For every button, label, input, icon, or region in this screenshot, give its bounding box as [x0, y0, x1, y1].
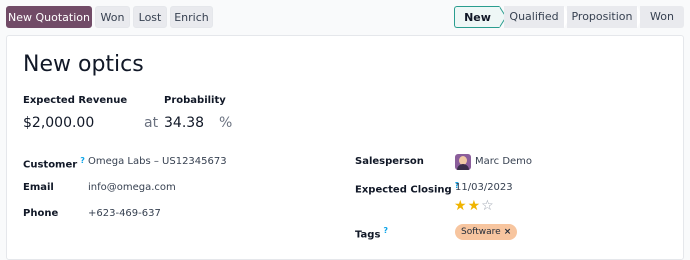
close-icon[interactable]: ×	[504, 227, 512, 237]
priority-widget: ★★☆	[454, 199, 495, 213]
phone-field[interactable]: +623-469-637	[88, 208, 161, 219]
tag-badge[interactable]: Software ×	[455, 224, 518, 240]
salesperson-label: Salesperson	[355, 156, 424, 167]
won-button[interactable]: Won	[95, 6, 130, 28]
phone-label: Phone	[23, 208, 59, 219]
salesperson-field[interactable]: Marc Demo	[475, 156, 532, 167]
email-label: Email	[23, 182, 54, 193]
stage-qualified[interactable]: Qualified	[504, 6, 564, 28]
new-quotation-button[interactable]: New Quotation	[6, 6, 92, 28]
stage-proposition[interactable]: Proposition	[567, 6, 637, 28]
lost-button[interactable]: Lost	[133, 6, 167, 28]
star-icon[interactable]: ★	[454, 198, 468, 214]
expected-closing-label: Expected Closing?	[355, 181, 460, 196]
expected-revenue-label: Expected Revenue	[23, 95, 128, 106]
stage-new[interactable]: New	[454, 6, 500, 28]
enrich-button[interactable]: Enrich	[170, 6, 213, 28]
help-icon[interactable]: ?	[80, 156, 85, 165]
expected-revenue-field[interactable]: $2,000.00	[23, 115, 94, 131]
at-text: at	[144, 115, 159, 131]
percent-sign: %	[219, 115, 233, 131]
avatar	[455, 154, 471, 170]
tag-label: Software	[461, 227, 501, 237]
star-outline-icon[interactable]: ☆	[481, 198, 495, 214]
customer-label: Customer?	[23, 156, 85, 171]
email-field[interactable]: info@omega.com	[88, 182, 176, 193]
tags-label: Tags?	[355, 226, 389, 241]
opportunity-title[interactable]: New optics	[23, 52, 144, 77]
stage-won[interactable]: Won	[640, 6, 684, 28]
expected-closing-field[interactable]: 11/03/2023	[455, 182, 513, 193]
probability-field[interactable]: 34.38	[164, 115, 204, 131]
star-icon[interactable]: ★	[468, 198, 482, 214]
help-icon[interactable]: ?	[383, 226, 388, 235]
customer-field[interactable]: Omega Labs – US12345673	[88, 156, 227, 167]
probability-label: Probability	[164, 95, 226, 106]
control-panel: New Quotation Won Lost Enrich New Qualif…	[0, 0, 690, 34]
